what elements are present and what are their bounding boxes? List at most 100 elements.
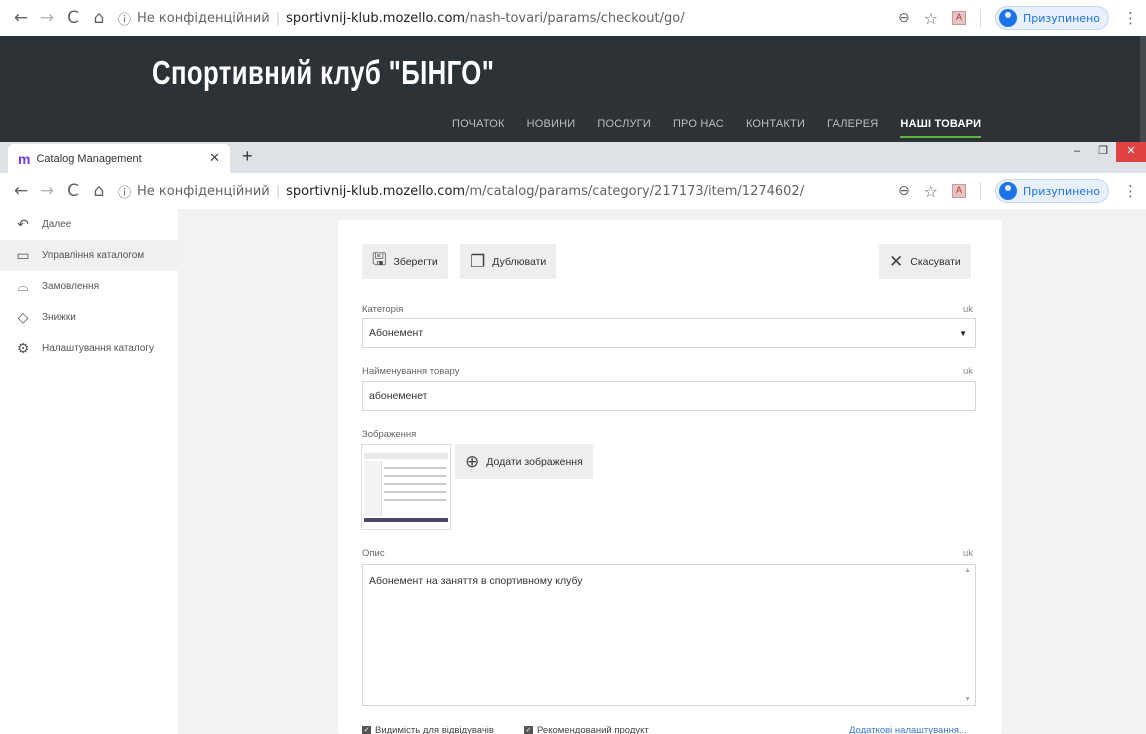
zoom-icon[interactable]: ⊖ [898, 10, 910, 26]
more-settings-link[interactable]: Додаткові налаштування... [849, 725, 967, 734]
tab-catalog-management[interactable]: m Catalog Management ✕ [8, 144, 230, 173]
reload-icon[interactable]: C [60, 8, 86, 28]
dropdown-caret-icon: ▼ [959, 328, 967, 338]
sidebar-item-settings[interactable]: ⚙ Налаштування каталогу [0, 333, 178, 364]
scroll-up-icon[interactable]: ▲ [964, 567, 971, 574]
restore-icon[interactable]: ❐ [1090, 142, 1116, 162]
lang-badge: uk [963, 366, 974, 377]
category-value: Абонемент [369, 327, 424, 339]
profile-button[interactable]: Призупинено [995, 6, 1109, 30]
thumb-taskbar [364, 518, 448, 522]
scroll-down-icon[interactable]: ▼ [964, 696, 971, 703]
security-label: Не конфіденційний [137, 10, 270, 26]
thumb-line [384, 499, 446, 501]
back-icon[interactable]: ← [8, 8, 34, 28]
url-path: /m/catalog/params/category/217173/item/1… [465, 183, 805, 199]
address-bar[interactable]: ⓘ Не конфіденційний | sportivnij-klub.mo… [118, 9, 685, 28]
close-tab-icon[interactable]: ✕ [209, 150, 220, 166]
toolbar-divider [980, 9, 982, 27]
images-label: Зображення [362, 429, 417, 440]
thumb-line [384, 491, 446, 493]
name-value: абонеменет [369, 390, 428, 402]
url-separator: | [275, 10, 281, 26]
home-icon[interactable]: ⌂ [86, 181, 112, 201]
sidebar-item-label: Далее [42, 219, 72, 230]
url-path: /nash-tovari/params/checkout/go/ [465, 10, 685, 26]
address-bar-active[interactable]: ⓘ Не конфіденційний | sportivnij-klub.mo… [118, 182, 804, 201]
bookmark-star-icon[interactable]: ☆ [924, 9, 938, 28]
category-label: Категорія [362, 304, 404, 315]
browser-toolbar: ← → C ⌂ ⓘ Не конфіденційний | sportivnij… [0, 173, 1146, 209]
sidebar-item-label: Налаштування каталогу [42, 343, 155, 354]
thumb-line [384, 467, 446, 469]
sidebar-item-label: Управління каталогом [42, 250, 145, 261]
nav-item-services[interactable]: ПОСЛУГИ [597, 118, 651, 138]
url-host: sportivnij-klub.mozello.com [286, 10, 466, 26]
reload-icon[interactable]: C [60, 181, 86, 201]
tag-icon: ◇ [17, 309, 29, 326]
cancel-button-label: Скасувати [910, 255, 961, 268]
forward-icon[interactable]: → [34, 8, 60, 28]
nav-item-products[interactable]: НАШІ ТОВАРИ [900, 118, 982, 138]
nav-buttons: ← → C ⌂ [0, 8, 112, 28]
close-window-icon[interactable]: ✕ [1116, 142, 1146, 162]
description-textarea[interactable]: Абонемент на заняття в спортивному клубу… [362, 564, 976, 706]
add-image-button[interactable]: ⊕ Додати зображення [455, 444, 593, 479]
sidebar-item-label: Знижки [42, 312, 76, 323]
menu-dots-icon[interactable]: ⋮ [1123, 9, 1138, 27]
security-label: Не конфіденційний [137, 183, 270, 199]
back-arrow-icon: ↶ [17, 216, 29, 233]
mozello-logo-icon: m [18, 150, 31, 167]
floppy-icon: 🖫 [372, 250, 387, 270]
new-tab-button[interactable]: + [242, 146, 253, 167]
home-icon[interactable]: ⌂ [86, 8, 112, 28]
nav-item-about[interactable]: ПРО НАС [673, 118, 724, 138]
menu-dots-icon[interactable]: ⋮ [1123, 182, 1138, 200]
nav-item-gallery[interactable]: ГАЛЕРЕЯ [827, 118, 878, 138]
duplicate-button-label: Дублювати [492, 255, 547, 268]
thumb-bar [364, 453, 448, 459]
visible-checkbox[interactable]: ✓ Видимість для відвідувачів [362, 725, 494, 734]
info-icon[interactable]: ⓘ [118, 9, 131, 28]
sidebar-item-orders[interactable]: ⌓ Замовлення [0, 271, 178, 302]
sidebar-item-catalog[interactable]: ▭ Управління каталогом [0, 240, 178, 271]
window-controls: – ❐ ✕ [1064, 142, 1146, 162]
avatar-icon [999, 182, 1018, 200]
url-host: sportivnij-klub.mozello.com [286, 183, 466, 199]
bookmark-star-icon[interactable]: ☆ [924, 182, 938, 201]
forward-icon[interactable]: → [34, 181, 60, 201]
avatar-icon [999, 9, 1018, 27]
checkbox-checked-icon: ✓ [524, 726, 533, 734]
profile-label: Призупинено [1023, 11, 1100, 25]
category-select[interactable]: Абонемент ▼ [362, 318, 976, 348]
nav-item-contacts[interactable]: КОНТАКТИ [746, 118, 805, 138]
thumb-line [384, 483, 446, 485]
pdf-extension-icon[interactable]: A [952, 184, 967, 198]
minimize-icon[interactable]: – [1064, 142, 1090, 162]
folder-icon: ▭ [16, 247, 30, 264]
save-button[interactable]: 🖫 Зберегти [362, 244, 448, 279]
tab-strip: m Catalog Management ✕ + – ❐ ✕ [0, 142, 1146, 173]
name-input[interactable]: абонеменет [362, 381, 976, 411]
cancel-button[interactable]: ✕ Скасувати [879, 244, 971, 279]
duplicate-button[interactable]: ❐ Дублювати [460, 244, 557, 279]
page-scrollbar[interactable] [1140, 36, 1146, 142]
back-icon[interactable]: ← [8, 181, 34, 201]
nav-item-news[interactable]: НОВИНИ [527, 118, 576, 138]
profile-label: Призупинено [1023, 184, 1100, 198]
nav-item-home[interactable]: ПОЧАТОК [452, 118, 505, 138]
info-icon[interactable]: ⓘ [118, 182, 131, 201]
recommended-checkbox[interactable]: ✓ Рекомендований продукт [524, 725, 649, 734]
product-image-thumbnail[interactable] [361, 444, 451, 530]
sidebar-item-discounts[interactable]: ◇ Знижки [0, 302, 178, 333]
close-icon: ✕ [889, 251, 904, 272]
sidebar-item-label: Замовлення [42, 281, 99, 292]
pdf-extension-icon[interactable]: A [952, 11, 967, 25]
thumb-sidebar [364, 461, 382, 516]
sidebar-item-back[interactable]: ↶ Далее [0, 209, 178, 240]
profile-button[interactable]: Призупинено [995, 179, 1109, 203]
basket-icon: ⌓ [17, 278, 29, 295]
toolbar-divider [980, 182, 982, 200]
zoom-icon[interactable]: ⊖ [898, 183, 910, 199]
lang-badge: uk [963, 548, 974, 559]
